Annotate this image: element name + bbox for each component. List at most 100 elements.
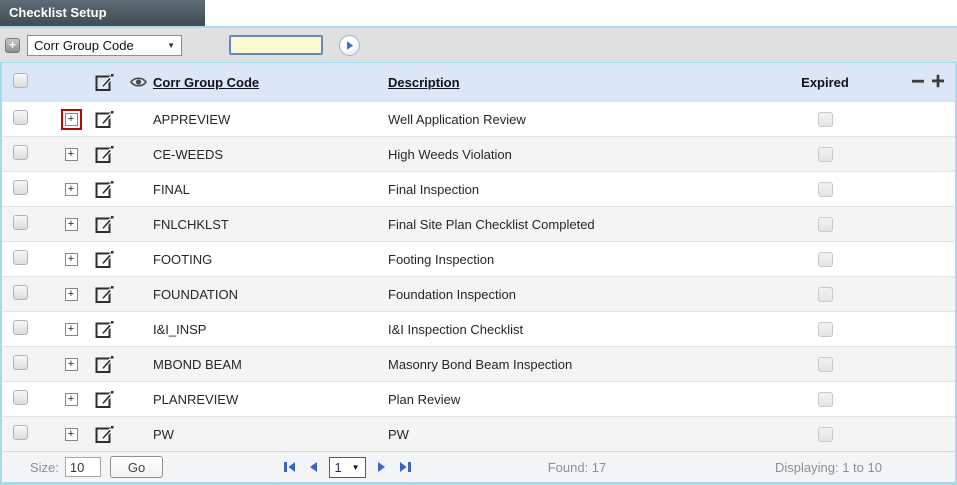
row-checkbox[interactable] xyxy=(13,285,28,300)
table-row: + CE-WEEDS High Weeds Violation xyxy=(2,136,955,171)
expand-icon[interactable]: + xyxy=(64,182,78,196)
expand-highlight-box: + xyxy=(61,179,82,200)
page-number-value: 1 xyxy=(334,459,342,475)
edit-icon[interactable] xyxy=(95,320,114,339)
expand-highlight-box: + xyxy=(61,389,82,410)
description-cell: Footing Inspection xyxy=(388,251,495,267)
edit-icon[interactable] xyxy=(95,145,114,164)
edit-icon[interactable] xyxy=(95,180,114,199)
row-checkbox[interactable] xyxy=(13,390,28,405)
add-icon[interactable]: + xyxy=(5,37,20,53)
expand-icon[interactable]: + xyxy=(64,112,78,126)
expand-icon[interactable]: + xyxy=(64,322,78,336)
run-search-button[interactable] xyxy=(339,34,360,56)
expand-icon[interactable]: + xyxy=(64,427,78,441)
corr-group-code-cell: MBOND BEAM xyxy=(153,356,242,372)
next-page-icon[interactable] xyxy=(375,460,389,474)
corr-group-code-cell: FOUNDATION xyxy=(153,286,238,302)
description-cell: Plan Review xyxy=(388,391,461,407)
row-checkbox[interactable] xyxy=(13,145,28,160)
edit-icon[interactable] xyxy=(95,425,114,444)
expand-icon[interactable]: + xyxy=(64,147,78,161)
search-field-select[interactable]: Corr Group Code ▼ xyxy=(27,34,182,56)
description-cell: PW xyxy=(388,426,409,442)
description-cell: I&I Inspection Checklist xyxy=(388,321,524,337)
corr-group-code-cell: I&I_INSP xyxy=(153,321,207,337)
page-size-input[interactable] xyxy=(64,457,101,477)
expired-checkbox xyxy=(817,181,833,197)
description-cell: Final Site Plan Checklist Completed xyxy=(388,216,595,232)
add-column-icon[interactable]: + xyxy=(931,70,945,94)
checklist-table: Corr Group Code Description Expired − + … xyxy=(0,62,957,451)
expired-checkbox xyxy=(817,286,833,302)
corr-group-code-cell: PW xyxy=(153,426,174,442)
description-cell: Masonry Bond Beam Inspection xyxy=(388,356,573,372)
column-header-corr-group-code[interactable]: Corr Group Code xyxy=(153,75,259,90)
table-row: + APPREVIEW Well Application Review xyxy=(2,101,955,136)
chevron-down-icon: ▼ xyxy=(167,40,175,50)
table-body: + APPREVIEW Well Application Review + CE… xyxy=(2,101,955,451)
chevron-down-icon: ▼ xyxy=(351,462,360,472)
row-checkbox[interactable] xyxy=(13,320,28,335)
first-page-icon[interactable] xyxy=(283,460,297,474)
expand-highlight-box: + xyxy=(61,284,82,305)
expand-icon[interactable]: + xyxy=(64,287,78,301)
expand-icon[interactable]: + xyxy=(64,357,78,371)
table-row: + MBOND BEAM Masonry Bond Beam Inspectio… xyxy=(2,346,955,381)
expand-highlight-box: + xyxy=(61,424,82,445)
edit-icon[interactable] xyxy=(95,215,114,234)
page-number-select[interactable]: 1 ▼ xyxy=(328,456,366,478)
description-cell: High Weeds Violation xyxy=(388,146,512,162)
table-header-row: Corr Group Code Description Expired − + xyxy=(2,63,955,101)
expired-checkbox xyxy=(817,111,833,127)
edit-icon[interactable] xyxy=(95,355,114,374)
last-page-icon[interactable] xyxy=(398,460,412,474)
corr-group-code-cell: FOOTING xyxy=(153,251,213,267)
expand-highlight-box: + xyxy=(61,354,82,375)
edit-icon[interactable] xyxy=(95,250,114,269)
row-checkbox[interactable] xyxy=(13,425,28,440)
expand-highlight-box: + xyxy=(61,144,82,165)
description-cell: Foundation Inspection xyxy=(388,286,516,302)
play-icon xyxy=(347,40,354,50)
size-label: Size: xyxy=(30,459,59,475)
eye-icon[interactable] xyxy=(129,76,147,88)
edit-icon[interactable] xyxy=(95,73,114,92)
corr-group-code-cell: APPREVIEW xyxy=(153,111,231,127)
edit-icon[interactable] xyxy=(95,285,114,304)
expired-checkbox xyxy=(817,216,833,232)
panel-tab-checklist-setup: Checklist Setup xyxy=(0,0,205,26)
row-checkbox[interactable] xyxy=(13,215,28,230)
expand-highlight-box: + xyxy=(61,249,82,270)
expired-checkbox xyxy=(817,356,833,372)
description-cell: Well Application Review xyxy=(388,111,526,127)
corr-group-code-cell: FNLCHKLST xyxy=(153,216,229,232)
row-checkbox[interactable] xyxy=(13,250,28,265)
expired-checkbox xyxy=(817,391,833,407)
search-input[interactable] xyxy=(229,35,323,55)
found-count: Found: 17 xyxy=(547,459,607,475)
edit-icon[interactable] xyxy=(95,390,114,409)
select-all-checkbox[interactable] xyxy=(13,73,28,88)
remove-icon[interactable]: − xyxy=(911,70,925,94)
previous-page-icon[interactable] xyxy=(306,460,320,474)
expand-icon[interactable]: + xyxy=(64,252,78,266)
column-header-description[interactable]: Description xyxy=(388,75,460,90)
go-button[interactable]: Go xyxy=(109,456,164,478)
expired-checkbox xyxy=(817,426,833,442)
table-row: + FINAL Final Inspection xyxy=(2,171,955,206)
expand-icon[interactable]: + xyxy=(64,217,78,231)
row-checkbox[interactable] xyxy=(13,110,28,125)
edit-icon[interactable] xyxy=(95,110,114,129)
corr-group-code-cell: PLANREVIEW xyxy=(153,391,239,407)
row-checkbox[interactable] xyxy=(13,355,28,370)
table-row: + PLANREVIEW Plan Review xyxy=(2,381,955,416)
expand-icon[interactable]: + xyxy=(64,392,78,406)
corr-group-code-cell: FINAL xyxy=(153,181,190,197)
corr-group-code-cell: CE-WEEDS xyxy=(153,146,224,162)
search-toolbar: + Corr Group Code ▼ xyxy=(0,28,957,62)
expand-highlight-box: + xyxy=(61,319,82,340)
row-checkbox[interactable] xyxy=(13,180,28,195)
table-row: + PW PW xyxy=(2,416,955,451)
table-row: + FOUNDATION Foundation Inspection xyxy=(2,276,955,311)
